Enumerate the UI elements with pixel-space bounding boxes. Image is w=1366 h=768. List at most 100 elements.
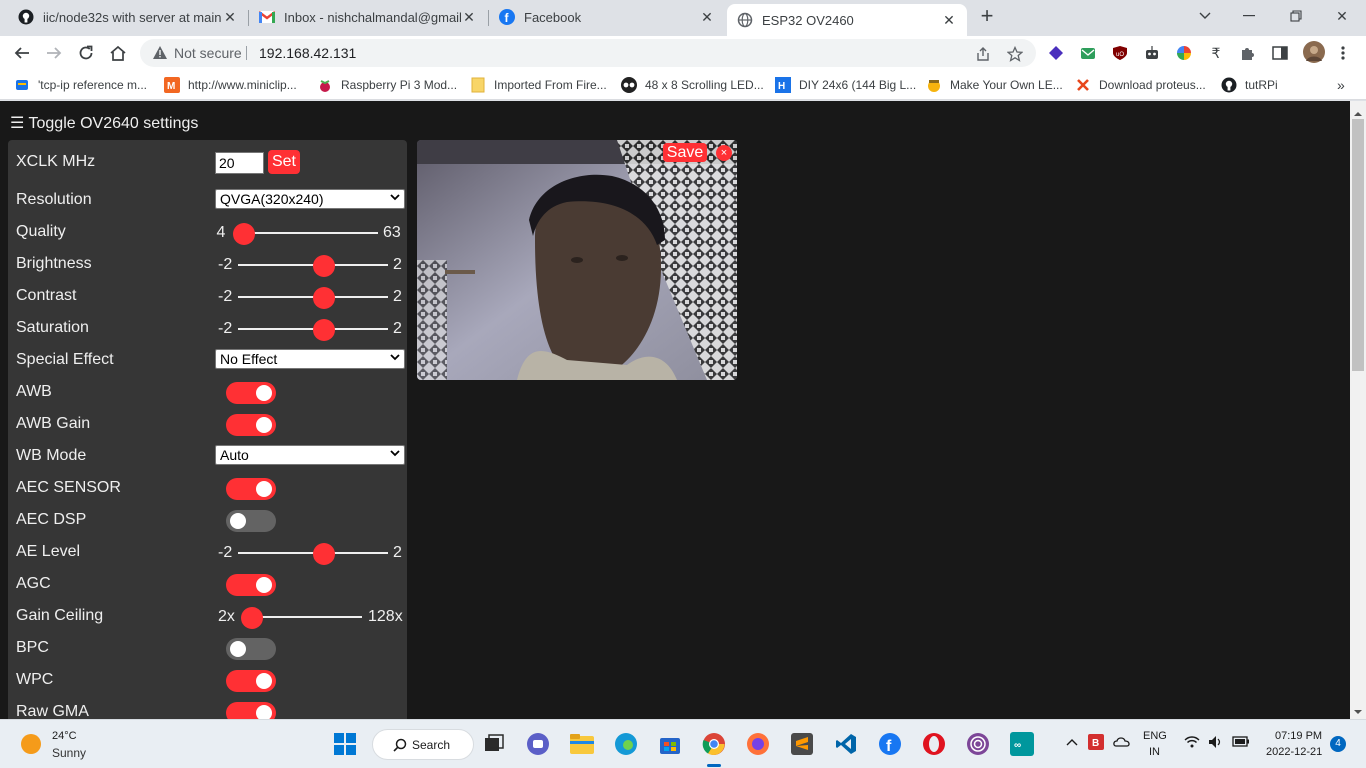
bookmark-make-led[interactable]: Make Your Own LE... [926, 76, 1063, 94]
page-scrollbar[interactable] [1350, 101, 1366, 719]
bookmark-diy-24x6[interactable]: H DIY 24x6 (144 Big L... [775, 76, 916, 94]
taskbar-search[interactable]: Search [372, 729, 474, 760]
language-indicator[interactable]: ENG [1143, 730, 1167, 742]
brightness-slider-thumb[interactable] [313, 255, 335, 277]
forward-icon[interactable] [43, 42, 65, 64]
reload-icon[interactable] [75, 42, 97, 64]
chrome-icon[interactable] [701, 731, 727, 757]
opera-icon[interactable] [921, 731, 947, 757]
bookmarks-overflow-icon[interactable]: » [1337, 76, 1345, 94]
gain-ceiling-slider-thumb[interactable] [241, 607, 263, 629]
xclk-set-button[interactable]: Set [268, 150, 300, 174]
sublime-icon[interactable] [789, 731, 815, 757]
back-icon[interactable] [11, 42, 33, 64]
bookmark-imported[interactable]: Imported From Fire... [470, 76, 607, 94]
notification-badge[interactable]: 4 [1330, 736, 1346, 752]
tab-search-icon[interactable] [1194, 6, 1216, 26]
weather-temperature[interactable]: 24°C [52, 730, 77, 742]
avatar[interactable] [1303, 41, 1325, 63]
toggle-settings-link[interactable]: ☰ Toggle OV2640 settings [10, 113, 198, 133]
onedrive-icon[interactable] [1113, 735, 1131, 750]
saturation-slider-thumb[interactable] [313, 319, 335, 341]
teams-chat-icon[interactable] [525, 731, 551, 757]
wb-mode-select[interactable]: Auto [215, 445, 405, 465]
bookmark-proteus[interactable]: Download proteus... [1075, 76, 1206, 94]
tab-esp32[interactable]: ESP32 OV2460 ✕ [727, 4, 967, 36]
bookmark-tutrpi[interactable]: tutRPi [1221, 76, 1278, 94]
scrollbar-thumb[interactable] [1352, 119, 1364, 371]
robot-icon[interactable] [1143, 44, 1161, 62]
rupee-icon[interactable]: ₹ [1207, 44, 1225, 62]
scroll-up-arrow-icon[interactable] [1350, 105, 1366, 116]
quality-slider-thumb[interactable] [233, 223, 255, 245]
quality-track[interactable] [236, 232, 378, 234]
extension-purple-icon[interactable] [1047, 44, 1065, 62]
aec-sensor-toggle[interactable] [226, 478, 276, 500]
bookmark-tcp-ip[interactable]: 'tcp-ip reference m... [14, 76, 147, 94]
new-tab-button[interactable]: + [976, 5, 998, 28]
close-tab-icon[interactable]: ✕ [699, 9, 715, 25]
clock-time[interactable]: 07:19 PM [1275, 730, 1322, 742]
ublock-icon[interactable]: uO [1111, 44, 1129, 62]
tab-facebook[interactable]: f Facebook ✕ [489, 0, 725, 34]
edge-icon[interactable] [613, 731, 639, 757]
bpc-toggle[interactable] [226, 638, 276, 660]
save-stream-button[interactable]: Save [663, 143, 707, 162]
battery-icon[interactable] [1232, 735, 1250, 750]
tab-github[interactable]: iic/node32s with server at main · ✕ [8, 0, 248, 34]
arduino-icon[interactable]: ∞ [1009, 731, 1035, 757]
agc-toggle[interactable] [226, 574, 276, 596]
extension-mail-icon[interactable] [1079, 44, 1097, 62]
start-windows-icon[interactable] [332, 731, 358, 757]
color-wheel-icon[interactable] [1175, 44, 1193, 62]
clock-date[interactable]: 2022-12-21 [1266, 746, 1322, 758]
wifi-icon[interactable] [1184, 735, 1200, 751]
scroll-down-arrow-icon[interactable] [1350, 705, 1366, 715]
close-tab-icon[interactable]: ✕ [222, 9, 238, 25]
home-icon[interactable] [107, 42, 129, 64]
share-icon[interactable] [974, 45, 992, 63]
tor-icon[interactable] [965, 731, 991, 757]
firefox-icon[interactable] [745, 731, 771, 757]
puzzle-icon[interactable] [1239, 44, 1257, 62]
resolution-select[interactable]: QVGA(320x240) [215, 189, 405, 209]
aec-dsp-toggle[interactable] [226, 510, 276, 532]
sun-icon[interactable] [20, 733, 42, 755]
address-bar[interactable]: Not secure 192.168.42.131 [140, 39, 1036, 67]
raw-gma-toggle[interactable] [226, 702, 276, 719]
tray-chevron-up-icon[interactable] [1066, 734, 1078, 749]
warning-icon[interactable] [152, 45, 168, 60]
bookmark-miniclip[interactable]: Mhttp://www.miniclip... [164, 76, 297, 94]
weather-condition[interactable]: Sunny [52, 746, 86, 760]
minimize-icon[interactable] [1238, 6, 1260, 26]
tray-app-icon[interactable]: B [1088, 734, 1104, 753]
task-view-icon[interactable] [481, 731, 507, 757]
xclk-input[interactable]: 20 [215, 152, 264, 174]
store-icon[interactable] [657, 731, 683, 757]
star-icon[interactable] [1006, 45, 1024, 63]
close-tab-icon[interactable]: ✕ [941, 12, 957, 28]
special-effect-select[interactable]: No Effect [215, 349, 405, 369]
more-options-icon[interactable] [1334, 44, 1352, 62]
region-indicator[interactable]: IN [1149, 746, 1160, 758]
close-stream-button[interactable]: × [716, 145, 732, 161]
close-window-icon[interactable]: ✕ [1331, 6, 1353, 26]
volume-icon[interactable] [1208, 735, 1224, 752]
close-tab-icon[interactable]: ✕ [461, 9, 477, 25]
awb-gain-toggle[interactable] [226, 414, 276, 436]
ae-level-slider-thumb[interactable] [313, 543, 335, 565]
wpc-toggle[interactable] [226, 670, 276, 692]
security-label[interactable]: Not secure [174, 45, 242, 61]
sidepanel-icon[interactable] [1271, 44, 1289, 62]
tab-gmail[interactable]: Inbox - nishchalmandal@gmail.co ✕ [249, 0, 487, 34]
restore-icon[interactable] [1285, 6, 1307, 26]
awb-toggle[interactable] [226, 382, 276, 404]
gain-ceiling-track[interactable] [246, 616, 362, 618]
file-explorer-icon[interactable] [569, 731, 595, 757]
vscode-icon[interactable] [833, 731, 859, 757]
url-text[interactable]: 192.168.42.131 [259, 45, 356, 61]
bookmark-scrolling-led[interactable]: 48 x 8 Scrolling LED... [621, 76, 764, 94]
facebook-app-icon[interactable]: f [877, 731, 903, 757]
contrast-slider-thumb[interactable] [313, 287, 335, 309]
bookmark-raspberry[interactable]: Raspberry Pi 3 Mod... [317, 76, 457, 94]
